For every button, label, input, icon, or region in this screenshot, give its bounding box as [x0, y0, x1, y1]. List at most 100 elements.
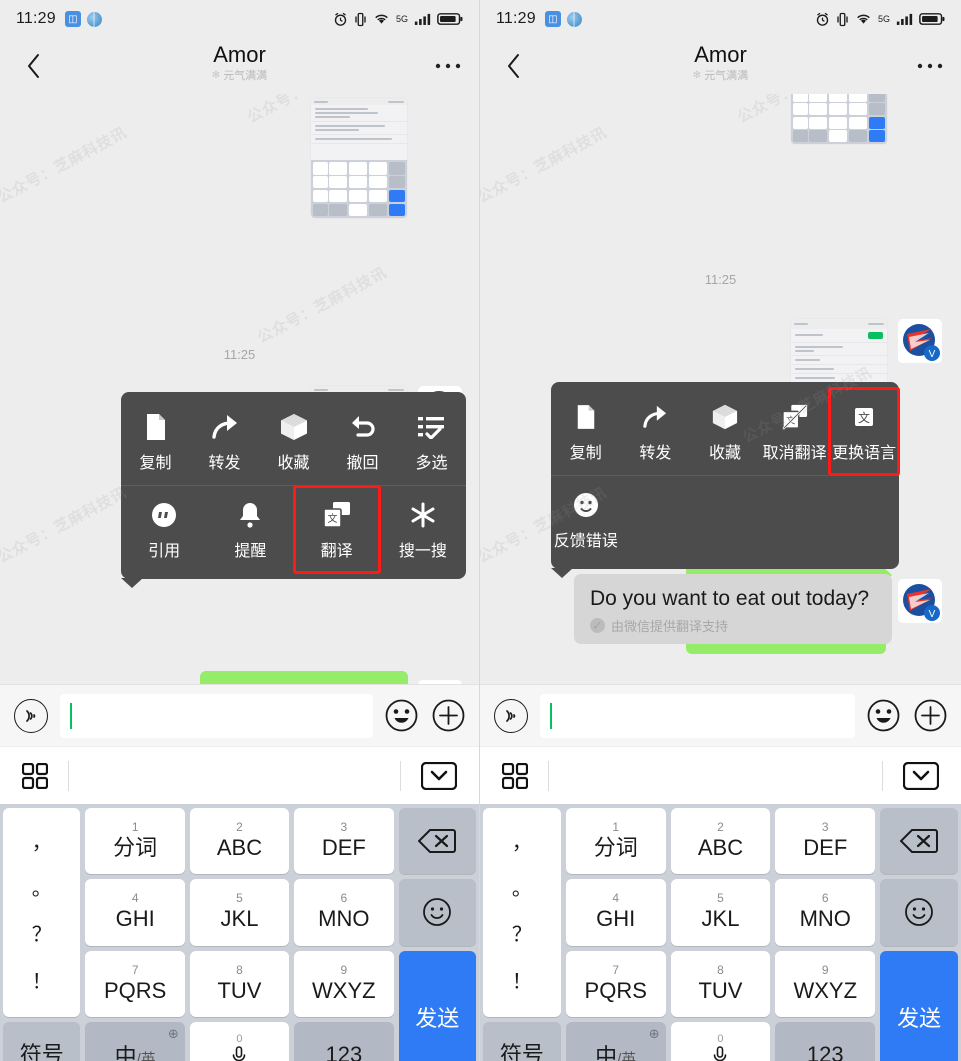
message-text-input[interactable] [60, 693, 373, 738]
context-menu-item-favorite[interactable]: 收藏 [259, 398, 328, 485]
key-5[interactable]: 5 JKL [670, 879, 771, 946]
punct-key[interactable]: 。 [32, 879, 52, 899]
punct-key[interactable]: ， [32, 833, 52, 853]
grid-apps-icon[interactable] [502, 762, 528, 789]
backspace-key[interactable] [880, 808, 958, 875]
context-menu-item-change-language[interactable]: 文 更换语言 [828, 387, 900, 476]
context-menu-item-copy[interactable]: 复制 [551, 388, 621, 475]
voice-input-button[interactable] [494, 698, 528, 733]
punctuation-key-column[interactable]: ， 。 ？ ！ [483, 808, 561, 1017]
context-menu-item-search[interactable]: 搜一搜 [380, 486, 466, 573]
context-menu-item-forward[interactable]: 转发 [621, 388, 691, 475]
image-message-bubble[interactable] [311, 98, 407, 218]
numeric-key[interactable]: 123 [294, 1021, 394, 1061]
chat-bubble-outgoing[interactable]: 今天要出去吃饭吗? [200, 671, 408, 684]
mini-row [311, 135, 407, 145]
key-9[interactable]: 9 WXYZ [294, 950, 394, 1017]
key-label: PQRS [584, 977, 647, 1003]
more-dots-icon [435, 63, 461, 69]
message-timestamp: 11:25 [704, 272, 737, 287]
chevron-down-box-icon[interactable] [421, 761, 457, 790]
keyboard-emoji-key[interactable] [880, 879, 958, 946]
grid-apps-icon[interactable] [22, 762, 48, 789]
key-number: 9 [821, 962, 829, 977]
context-menu-item-favorite[interactable]: 收藏 [690, 388, 760, 475]
space-key[interactable]: 0 [189, 1021, 290, 1061]
key-3[interactable]: 3 DEF [775, 808, 876, 875]
image-message-bubble[interactable] [791, 94, 887, 144]
chat-message-list[interactable]: 公众号：芝麻科技讯 公众号：芝麻科技讯 公众号：芝麻科技讯 公众号：芝麻科技讯 [0, 94, 479, 684]
key-4[interactable]: 4 GHI [565, 879, 666, 946]
key-2[interactable]: 2 ABC [670, 808, 771, 875]
emoji-smiley-icon[interactable] [867, 699, 900, 732]
key-6[interactable]: 6 MNO [294, 879, 394, 946]
context-menu-item-cancel-translate[interactable]: 文 取消翻译 [760, 388, 830, 475]
message-context-menu[interactable]: 复制 转发 收藏 [551, 382, 900, 578]
key-1[interactable]: 1 分词 [85, 808, 185, 875]
context-menu-label: 搜一搜 [398, 543, 447, 560]
chevron-down-box-icon[interactable] [903, 761, 939, 790]
message-context-menu[interactable]: 复制 转发 收藏 [121, 392, 466, 588]
back-button[interactable] [498, 51, 528, 81]
symbols-key[interactable]: 符号 [3, 1021, 81, 1061]
context-menu-item-quote[interactable]: 引用 [121, 486, 207, 573]
key-label: GHI [596, 906, 636, 932]
plus-circle-icon[interactable] [432, 699, 465, 732]
plus-circle-icon[interactable] [914, 699, 947, 732]
t9-keyboard[interactable]: ， 。 ？ ！ 1 分词 2 ABC 3 DEF 4 GHI 5 JKL 6 MNO 7 PQ… [0, 804, 479, 1061]
message-text-input[interactable] [540, 693, 855, 738]
context-menu-item-translate[interactable]: 文 翻译 [292, 485, 381, 574]
numeric-key[interactable]: 123 [775, 1021, 876, 1061]
punct-key[interactable]: ？ [512, 925, 532, 945]
chat-message-list[interactable]: 公众号：芝麻科技讯 公众号：芝麻科技讯 公众号：芝麻科技讯 公众号：芝麻科技讯 … [480, 94, 961, 684]
emoji-smiley-icon[interactable] [385, 699, 418, 732]
more-options-button[interactable] [917, 59, 943, 73]
punct-key[interactable]: ！ [512, 972, 532, 992]
avatar[interactable]: V [898, 579, 942, 623]
context-menu-item-multiselect[interactable]: 多选 [397, 398, 466, 485]
translate-icon: 文 [322, 500, 351, 530]
context-menu-item-remind[interactable]: 提醒 [207, 486, 293, 573]
language-toggle-key[interactable]: ⊕ 中/英 [565, 1021, 666, 1061]
key-2[interactable]: 2 ABC [189, 808, 290, 875]
punct-key[interactable]: ！ [32, 972, 52, 992]
punctuation-key-column[interactable]: ， 。 ？ ！ [3, 808, 81, 1017]
avatar[interactable]: V [418, 680, 462, 684]
key-4[interactable]: 4 GHI [85, 879, 185, 946]
context-menu-item-feedback-error[interactable]: 反馈错误 [551, 476, 621, 563]
context-menu-item-forward[interactable]: 转发 [190, 398, 259, 485]
symbols-key[interactable]: 符号 [483, 1021, 561, 1061]
t9-keyboard[interactable]: ， 。 ？ ！ 1 分词 2 ABC 3 DEF 4 GHI 5 JKL 6 MNO 7 PQ… [480, 804, 961, 1061]
battery-icon [437, 13, 463, 25]
key-6[interactable]: 6 MNO [775, 879, 876, 946]
context-menu-item-copy[interactable]: 复制 [121, 398, 190, 485]
key-7[interactable]: 7 PQRS [565, 950, 666, 1017]
translation-bubble[interactable]: Do you want to eat out today? ✓ 由微信提供翻译支… [574, 574, 892, 644]
space-key[interactable]: 0 [670, 1021, 771, 1061]
punct-key[interactable]: 。 [512, 879, 532, 899]
key-8[interactable]: 8 TUV [189, 950, 290, 1017]
backspace-key[interactable] [398, 808, 476, 875]
status-time: 11:29 [16, 10, 56, 27]
voice-input-button[interactable] [14, 698, 48, 733]
more-options-button[interactable] [435, 59, 461, 73]
context-menu-label: 取消翻译 [762, 445, 827, 462]
punct-key[interactable]: ， [512, 833, 532, 853]
key-8[interactable]: 8 TUV [670, 950, 771, 1017]
mini-row [791, 356, 887, 365]
back-button[interactable] [18, 51, 48, 81]
punct-key[interactable]: ？ [32, 925, 52, 945]
key-5[interactable]: 5 JKL [189, 879, 290, 946]
key-9[interactable]: 9 WXYZ [775, 950, 876, 1017]
keyboard-emoji-key[interactable] [398, 879, 476, 946]
key-1[interactable]: 1 分词 [565, 808, 666, 875]
key-7[interactable]: 7 PQRS [85, 950, 185, 1017]
send-key[interactable]: 发送 [880, 950, 958, 1061]
send-key[interactable]: 发送 [398, 950, 476, 1061]
undo-icon [349, 412, 377, 442]
language-toggle-key[interactable]: ⊕ 中/英 [85, 1021, 185, 1061]
context-menu-item-undo[interactable]: 撤回 [328, 398, 397, 485]
mini-status-bar [791, 319, 887, 329]
avatar[interactable]: V [898, 319, 942, 363]
key-3[interactable]: 3 DEF [294, 808, 394, 875]
